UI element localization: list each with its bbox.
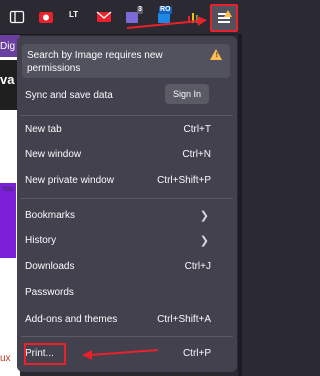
menu-item-shortcut: Ctrl+Shift+P <box>157 175 211 186</box>
menu-item-label: History <box>25 235 57 246</box>
menu-item-label: New tab <box>25 124 62 135</box>
menu-button[interactable] <box>210 4 238 32</box>
menu-item-label: Bookmarks <box>25 210 76 221</box>
menu-separator <box>21 198 233 199</box>
page-promo-block <box>0 183 16 258</box>
notice-text: Search by Image requires new permissions <box>27 50 163 74</box>
app-menu-panel: Search by Image requires new permissions… <box>17 36 237 372</box>
chevron-right-icon: ❯ <box>199 235 209 247</box>
menu-separator <box>21 336 233 337</box>
menu-item-history[interactable]: History ❯ <box>17 229 237 253</box>
menu-item-passwords[interactable]: Passwords <box>17 281 237 305</box>
menu-item-shortcut: Ctrl+N <box>182 149 211 160</box>
sync-label: Sync and save data <box>25 90 113 101</box>
menu-item-label: Passwords <box>25 287 74 298</box>
sign-in-button[interactable]: Sign In <box>165 84 209 104</box>
window-edge <box>238 35 242 376</box>
menu-item-label: Add-ons and themes <box>25 314 118 325</box>
menu-item-new-private-window[interactable]: New private window Ctrl+Shift+P <box>17 169 237 193</box>
menu-item-new-window[interactable]: New window Ctrl+N <box>17 143 237 167</box>
sidebar-icon[interactable] <box>9 9 25 25</box>
mail-icon[interactable] <box>96 9 112 25</box>
lt-extension-icon[interactable]: LT <box>68 9 84 25</box>
menu-item-shortcut: Ctrl+P <box>182 348 211 359</box>
annotation-highlight-print <box>24 343 66 365</box>
menu-item-shortcut: Ctrl+J <box>184 261 211 272</box>
annotation-arrow-top <box>126 16 207 29</box>
menu-item-new-tab[interactable]: New tab Ctrl+T <box>17 118 237 142</box>
menu-item-downloads[interactable]: Downloads Ctrl+J <box>17 255 237 279</box>
menu-item-label: Downloads <box>25 261 75 272</box>
annotation-arrow-print <box>82 349 159 360</box>
page-snippet-aux: ux <box>0 353 11 364</box>
menu-item-add-ons-and-themes[interactable]: Add-ons and themes Ctrl+Shift+A <box>17 308 237 332</box>
page-hero-text: va <box>0 72 15 87</box>
page-snippet-text: Dig <box>0 41 16 52</box>
chevron-right-icon: ❯ <box>199 210 209 222</box>
warning-icon <box>224 10 232 17</box>
menu-separator <box>21 115 233 116</box>
page-snippet-you: You <box>2 186 14 193</box>
menu-item-label: New private window <box>25 175 114 186</box>
sync-row: Sync and save data Sign In <box>17 82 237 110</box>
menu-item-bookmarks[interactable]: Bookmarks ❯ <box>17 204 237 228</box>
menu-item-shortcut: Ctrl+Shift+A <box>157 314 211 325</box>
warning-icon-mark: ! <box>215 52 218 59</box>
menu-item-label: New window <box>25 149 82 160</box>
menu-item-shortcut: Ctrl+T <box>183 124 212 135</box>
permission-notice[interactable]: Search by Image requires new permissions… <box>22 44 230 78</box>
screenshot-icon[interactable] <box>38 9 54 25</box>
